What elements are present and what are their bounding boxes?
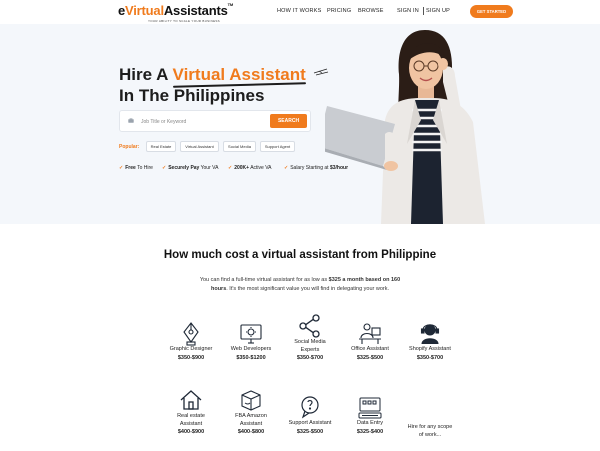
tag-virtual-assistant[interactable]: Virtual Assistant	[180, 141, 219, 152]
service-name-line2: Assistant	[179, 420, 203, 427]
nav-how-it-works[interactable]: HOW IT WORKS	[277, 8, 321, 14]
hero-title-highlight: Virtual Assistant	[172, 65, 306, 88]
get-started-button[interactable]: GET STARTED	[470, 5, 513, 18]
service-price: $350-$1200	[236, 354, 266, 361]
service-name: FBA Amazon	[235, 413, 267, 419]
service-office-assistant[interactable]: Office Assistant $325-$500	[340, 320, 400, 362]
nav-browse[interactable]: BROWSE	[358, 8, 384, 14]
headset-agent-icon	[420, 324, 440, 345]
amazon-box-icon	[241, 390, 261, 411]
feature-bold: 200K+	[234, 165, 250, 171]
logo-tagline: YOUR ABILITY TO SCALE YOUR BUSINESS	[148, 19, 220, 23]
subtitle-text: . It's the most significant value you wi…	[226, 286, 390, 292]
hero-title-pre: Hire A	[119, 65, 173, 84]
nav-sign-in[interactable]: SIGN IN	[397, 8, 419, 14]
service-name: Graphic Designer	[169, 346, 213, 352]
logo-virtual: Virtual	[125, 3, 164, 18]
briefcase-icon	[128, 118, 134, 123]
nav-pricing[interactable]: PRICING	[327, 8, 351, 14]
logo-assistants: Assistants	[163, 3, 228, 18]
service-support-assistant[interactable]: Support Assistant $325-$500	[280, 394, 340, 436]
service-fba-amazon[interactable]: FBA Amazon Assistant $400-$800	[221, 387, 281, 436]
service-name: Office Assistant	[351, 346, 389, 352]
search-button[interactable]: SEARCH	[270, 114, 307, 128]
service-name-line2: of work...	[418, 431, 442, 438]
feature-text: Your VA	[199, 165, 219, 171]
tag-support-agent[interactable]: Support Agent	[260, 141, 295, 152]
graphic-design-icon	[183, 322, 199, 346]
check-icon: ✓	[284, 165, 289, 171]
tag-real-estate[interactable]: Real Estate	[146, 141, 176, 152]
office-assistant-icon	[359, 323, 381, 344]
service-name-line2: Experts	[300, 346, 320, 353]
subtitle-bold: $325 a month based on 160	[328, 277, 401, 283]
share-icon	[299, 314, 320, 338]
nav-sign-up[interactable]: SIGN UP	[426, 8, 450, 14]
feature-free-to-hire: ✓ Free To Hire	[119, 165, 153, 171]
tag-social-media[interactable]: Social Media	[223, 141, 256, 152]
nav-divider	[423, 7, 424, 15]
service-price: $325-$400	[356, 428, 384, 435]
service-name: Shopify Assistant	[409, 346, 451, 352]
service-price: $350-$700	[296, 355, 324, 361]
logo-trademark: TM	[227, 2, 234, 7]
hero-title-line2: In The Philippines	[119, 86, 265, 105]
hero-title-highlight-text: Virtual Assistant	[172, 65, 306, 84]
search-input[interactable]	[141, 117, 266, 126]
pricing-section-subtitle: You can find a full-time virtual assista…	[0, 276, 600, 294]
subtitle-text: You can find a full-time virtual assista…	[199, 277, 329, 283]
pricing-section-title: How much cost a virtual assistant from P…	[163, 249, 437, 261]
service-price: $400-$900	[177, 429, 205, 435]
hero-section: Hire A Virtual Assistant In The Philippi…	[0, 24, 600, 224]
subtitle-bold: hours	[210, 286, 227, 292]
service-shopify-assistant[interactable]: Shopify Assistant $350-$700	[400, 320, 460, 362]
service-name: Real estate	[177, 413, 205, 419]
check-icon: ✓	[228, 165, 233, 171]
feature-securely-pay: ✓ Securely Pay Your VA	[162, 165, 218, 171]
service-name-line2: Assistant	[239, 420, 263, 427]
service-price: $350-$700	[416, 354, 444, 361]
service-name: Data Entry	[357, 420, 383, 426]
service-real-estate[interactable]: Real estate Assistant $400-$900	[161, 387, 221, 436]
service-price: $400-$800	[237, 429, 265, 435]
service-price: $350-$900	[177, 354, 205, 361]
feature-bold: Free	[125, 165, 136, 171]
feature-bold: Securely Pay	[168, 165, 200, 171]
hero-title: Hire A Virtual Assistant In The Philippi…	[119, 64, 306, 106]
service-web-developers[interactable]: Web Developers $350-$1200	[221, 320, 281, 362]
service-any-scope[interactable]: Hire for any scope of work...	[400, 424, 460, 439]
house-icon	[180, 390, 202, 410]
service-name: Hire for any scope	[407, 424, 453, 430]
service-data-entry[interactable]: Data Entry $325-$400	[340, 394, 400, 436]
web-developer-icon	[240, 324, 262, 344]
service-social-media[interactable]: Social Media Experts $350-$700	[280, 313, 340, 362]
feature-text: To Hire	[135, 165, 153, 171]
service-name: Support Assistant	[288, 420, 332, 426]
service-graphic-designer[interactable]: Graphic Designer $350-$900	[161, 320, 221, 362]
service-name: Web Developers	[230, 346, 272, 352]
woman-with-laptop-image	[325, 30, 485, 224]
search-bar: SEARCH	[119, 110, 311, 132]
support-chat-icon	[301, 396, 319, 419]
check-icon: ✓	[119, 165, 124, 171]
feature-text: Active VA	[249, 165, 272, 171]
check-icon: ✓	[162, 165, 167, 171]
site-logo[interactable]: eVirtualAssistantsTM YOUR ABILITY TO SCA…	[118, 3, 233, 23]
service-price: $325-$500	[296, 428, 324, 435]
data-entry-icon	[358, 397, 382, 419]
feature-text: Salary Starting at	[290, 165, 330, 171]
top-nav: eVirtualAssistantsTM YOUR ABILITY TO SCA…	[0, 0, 600, 24]
service-price: $325-$500	[356, 354, 384, 361]
service-name: Social Media	[294, 339, 326, 345]
popular-label: Popular:	[119, 144, 140, 150]
feature-active-va: ✓ 200K+ Active VA	[228, 165, 272, 171]
logo-e: e	[118, 3, 126, 18]
